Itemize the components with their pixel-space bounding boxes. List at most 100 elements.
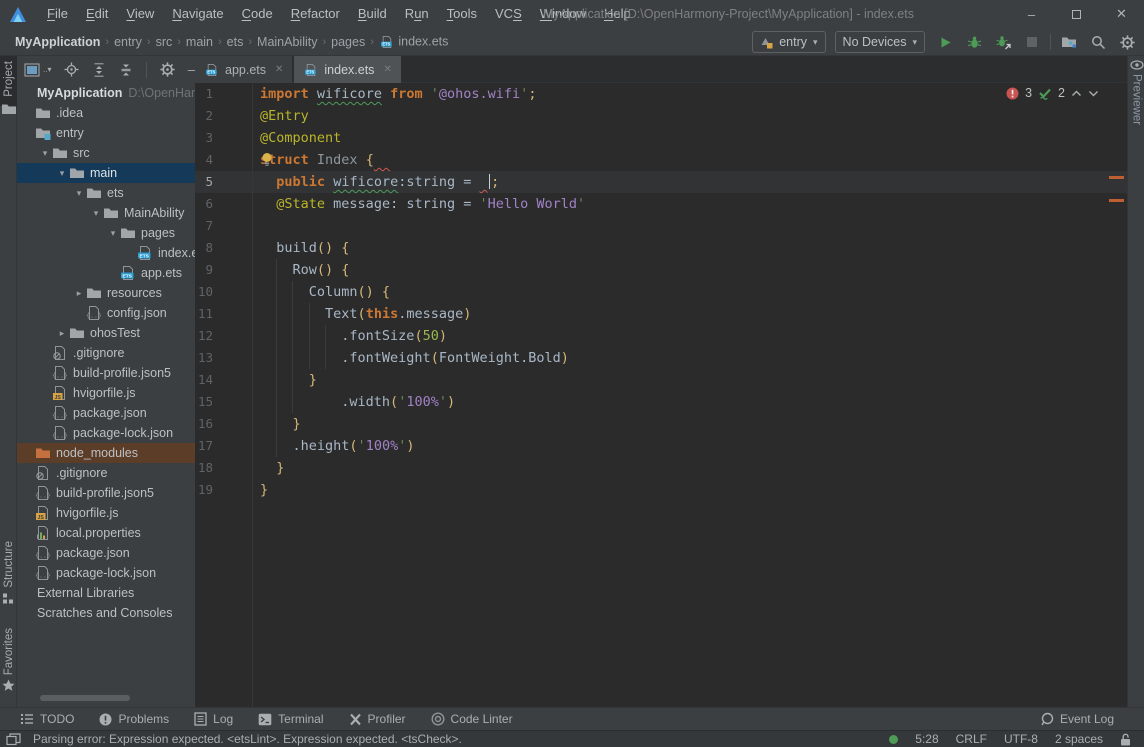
tree-row-config.json[interactable]: {..}config.json xyxy=(17,303,195,323)
editor-gutter[interactable]: 12345678910111213141516171819 xyxy=(195,83,253,707)
tool-window-layout-icon[interactable] xyxy=(6,733,21,746)
code-line-11[interactable]: Text(this.message) xyxy=(260,303,1107,325)
menu-file[interactable]: File xyxy=(38,0,77,28)
indent-style[interactable]: 2 spaces xyxy=(1055,732,1103,746)
code-line-15[interactable]: .width('100%') xyxy=(260,391,1107,413)
tree-row-ets[interactable]: ▾ets xyxy=(17,183,195,203)
tool-strip-favorites[interactable]: Favorites xyxy=(0,628,17,692)
minimize-button[interactable]: – xyxy=(1009,0,1054,28)
code-line-16[interactable]: } xyxy=(260,413,1107,435)
tree-row-External Libraries[interactable]: External Libraries xyxy=(17,583,195,603)
menu-navigate[interactable]: Navigate xyxy=(163,0,232,28)
tree-row-entry[interactable]: entry xyxy=(17,123,195,143)
code-line-3[interactable]: @Component xyxy=(260,127,1107,149)
tool-window-button-code-linter[interactable]: Code Linter xyxy=(431,712,513,726)
menu-run[interactable]: Run xyxy=(396,0,438,28)
breadcrumb-item-MainAbility[interactable]: MainAbility xyxy=(254,35,320,49)
maximize-button[interactable] xyxy=(1054,0,1099,28)
project-structure-button[interactable] xyxy=(1058,31,1080,53)
menu-build[interactable]: Build xyxy=(349,0,396,28)
tab-index.ets[interactable]: ETSindex.ets✕ xyxy=(294,56,400,83)
tool-strip-structure[interactable]: Structure xyxy=(0,541,17,605)
error-stripe-mark[interactable] xyxy=(1109,176,1124,179)
code-line-6[interactable]: @State message: string = 'Hello World' xyxy=(260,193,1107,215)
chevron-down-icon[interactable]: ▾ xyxy=(72,188,86,199)
code-line-14[interactable]: } xyxy=(260,369,1107,391)
error-stripe-mark[interactable] xyxy=(1109,199,1124,202)
chevron-down-icon[interactable]: ▾ xyxy=(106,228,120,239)
intention-bulb-icon[interactable] xyxy=(261,152,273,167)
hide-button[interactable]: – xyxy=(188,62,195,77)
chevron-up-icon[interactable] xyxy=(1071,90,1082,97)
tree-row-package.json[interactable]: {..}package.json xyxy=(17,403,195,423)
breadcrumb-item-MyApplication[interactable]: MyApplication xyxy=(12,35,103,49)
code-line-18[interactable]: } xyxy=(260,457,1107,479)
tree-row-build-profile.json5[interactable]: {..}build-profile.json5 xyxy=(17,363,195,383)
tree-row-src[interactable]: ▾src xyxy=(17,143,195,163)
code-line-19[interactable]: } xyxy=(260,479,1107,501)
tab-app.ets[interactable]: ETSapp.ets✕ xyxy=(195,56,292,83)
code-line-13[interactable]: .fontWeight(FontWeight.Bold) xyxy=(260,347,1107,369)
code-editor[interactable]: 12345678910111213141516171819 import wif… xyxy=(195,83,1127,707)
tree-row-.idea[interactable]: .idea xyxy=(17,103,195,123)
chevron-down-icon[interactable]: ▾ xyxy=(89,208,103,219)
tree-row-main[interactable]: ▾main xyxy=(17,163,195,183)
breadcrumb-item-src[interactable]: src xyxy=(153,35,176,49)
profile-button[interactable] xyxy=(992,31,1014,53)
tree-row-app.ets[interactable]: ETSapp.ets xyxy=(17,263,195,283)
tool-strip-previewer[interactable]: Previewer xyxy=(1128,60,1144,125)
run-button[interactable] xyxy=(934,31,956,53)
tree-row-local.properties[interactable]: local.properties xyxy=(17,523,195,543)
code-line-1[interactable]: import wificore from '@ohos.wifi'; xyxy=(260,83,1107,105)
unlock-icon[interactable] xyxy=(1120,733,1132,746)
code-line-9[interactable]: Row() { xyxy=(260,259,1107,281)
tree-row-node_modules[interactable]: node_modules xyxy=(17,443,195,463)
chevron-down-icon[interactable] xyxy=(1088,90,1099,97)
tree-row-ohosTest[interactable]: ▸ohosTest xyxy=(17,323,195,343)
menu-tools[interactable]: Tools xyxy=(438,0,486,28)
breadcrumb-item-index.ets[interactable]: ETS index.ets xyxy=(376,34,452,50)
menu-refactor[interactable]: Refactor xyxy=(282,0,349,28)
tree-row-pages[interactable]: ▾pages xyxy=(17,223,195,243)
tree-row-hvigorfile.js[interactable]: JShvigorfile.js xyxy=(17,383,195,403)
tool-strip-project[interactable]: Project xyxy=(0,56,17,106)
tree-row-.gitignore[interactable]: .gitignore xyxy=(17,463,195,483)
file-encoding[interactable]: UTF-8 xyxy=(1004,732,1038,746)
line-separator[interactable]: CRLF xyxy=(956,732,987,746)
code-line-2[interactable]: @Entry xyxy=(260,105,1107,127)
analysis-status-dot[interactable] xyxy=(889,735,898,744)
caret-position[interactable]: 5:28 xyxy=(915,732,938,746)
view-selector-button[interactable]: ..▾ xyxy=(24,63,51,77)
code-line-7[interactable] xyxy=(260,215,1107,237)
code-line-17[interactable]: .height('100%') xyxy=(260,435,1107,457)
run-configuration-selector[interactable]: entry ▾ xyxy=(752,31,825,53)
stop-button[interactable] xyxy=(1021,31,1043,53)
code-line-12[interactable]: .fontSize(50) xyxy=(260,325,1107,347)
menu-view[interactable]: View xyxy=(117,0,163,28)
close-button[interactable]: ✕ xyxy=(1099,0,1144,28)
code-line-8[interactable]: build() { xyxy=(260,237,1107,259)
settings-button[interactable] xyxy=(160,62,175,77)
code-line-10[interactable]: Column() { xyxy=(260,281,1107,303)
expand-all-button[interactable] xyxy=(92,63,106,77)
locate-button[interactable] xyxy=(64,62,79,77)
tree-row-index.ets[interactable]: ETSindex.ets xyxy=(17,243,195,263)
settings-button[interactable] xyxy=(1116,31,1138,53)
tree-row-build-profile.json5[interactable]: {..}build-profile.json5 xyxy=(17,483,195,503)
tool-window-button-log[interactable]: Log xyxy=(194,712,233,726)
close-icon[interactable]: ✕ xyxy=(275,64,283,75)
breadcrumb-item-entry[interactable]: entry xyxy=(111,35,145,49)
menu-code[interactable]: Code xyxy=(233,0,282,28)
tree-row-.gitignore[interactable]: .gitignore xyxy=(17,343,195,363)
tree-row-Scratches and Consoles[interactable]: Scratches and Consoles xyxy=(17,603,195,623)
code-line-4[interactable]: struct Index { xyxy=(260,149,1107,171)
device-selector[interactable]: No Devices ▾ xyxy=(835,31,925,53)
tree-row-package-lock.json[interactable]: {..}package-lock.json xyxy=(17,423,195,443)
chevron-right-icon[interactable]: ▸ xyxy=(55,328,69,339)
tool-window-button-profiler[interactable]: Profiler xyxy=(349,712,406,726)
code-line-5[interactable]: public wificore:string = ; xyxy=(260,171,1107,193)
close-icon[interactable]: ✕ xyxy=(383,64,391,75)
tool-window-button-terminal[interactable]: Terminal xyxy=(258,712,323,726)
search-button[interactable] xyxy=(1087,31,1109,53)
collapse-all-button[interactable] xyxy=(119,63,133,77)
